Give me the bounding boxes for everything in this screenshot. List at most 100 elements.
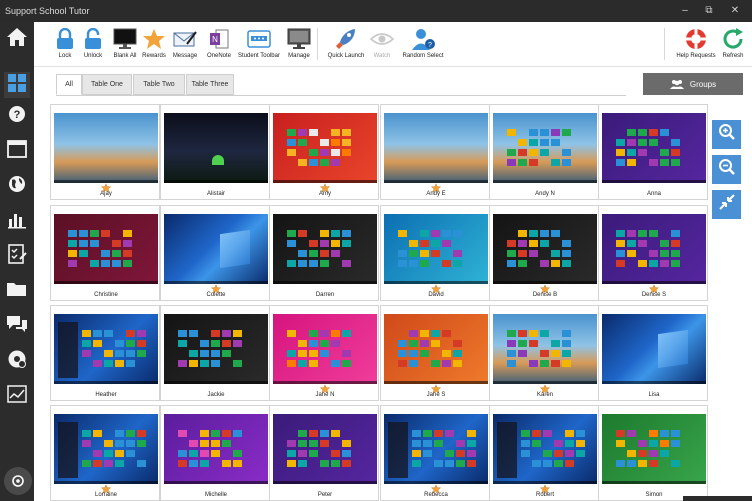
student-screen-thumbnail [602, 414, 706, 484]
student-name: Andy N [535, 191, 555, 197]
student-card[interactable]: Michelle [160, 405, 270, 501]
student-name: Jane N [315, 392, 335, 398]
student-card[interactable]: Andy E [380, 104, 490, 200]
student-name: Ajay [100, 191, 112, 197]
student-card[interactable]: Denise B [489, 205, 599, 301]
student-card[interactable]: Christine [50, 205, 160, 301]
student-card[interactable]: Andy N [489, 104, 599, 200]
sidebar-item-home[interactable] [4, 26, 30, 52]
student-screen-thumbnail [602, 314, 706, 384]
student-screen-thumbnail [493, 113, 597, 183]
monitor-icon [112, 26, 138, 52]
toolbar-student-toolbar-button[interactable]: Student Toolbar [238, 26, 280, 64]
toolbar-rewards-button[interactable]: Rewards [141, 26, 167, 64]
grid-icon [7, 73, 27, 98]
toolbar-separator [664, 28, 665, 60]
student-card[interactable]: Jane N [269, 305, 379, 401]
close-button[interactable]: ✕ [726, 4, 744, 18]
student-card[interactable]: Amy [269, 104, 379, 200]
toolbar-onenote-button[interactable]: N OneNote [205, 26, 233, 64]
sidebar-item-chat[interactable] [4, 313, 30, 339]
toolbar-help-requests-button[interactable]: Help Requests [674, 26, 718, 64]
lifebuoy-icon [674, 26, 718, 52]
student-screen-thumbnail [54, 214, 158, 284]
student-card[interactable]: Rebecca [380, 405, 490, 501]
checklist-icon [7, 243, 27, 269]
student-screen-thumbnail [273, 414, 377, 484]
eye-icon [369, 26, 395, 52]
sidebar: ? [0, 22, 34, 501]
student-name: Amy [319, 191, 331, 197]
toolbar-random-select-button[interactable]: ? Random Select [401, 26, 445, 64]
toolbar-refresh-button[interactable]: Refresh [718, 26, 748, 64]
student-card[interactable]: David [380, 205, 490, 301]
sidebar-item-folder[interactable] [4, 278, 30, 304]
student-name: Karen [536, 392, 553, 398]
shrink-button[interactable] [712, 190, 741, 219]
sidebar-item-help-bubble[interactable]: ? [4, 103, 30, 129]
student-name: Denise S [641, 292, 667, 298]
tab-table-one[interactable]: Table One [82, 74, 132, 95]
student-name: Jackie [207, 392, 225, 398]
reward-star-icon [430, 381, 442, 394]
student-card[interactable]: Ajay [50, 104, 160, 200]
student-name: Lorraine [94, 492, 117, 498]
student-card[interactable]: Anna [598, 104, 708, 200]
sidebar-item-bar-chart[interactable] [4, 208, 30, 234]
manage-monitor-icon [285, 26, 313, 52]
student-name: Peter [317, 492, 333, 498]
student-card[interactable]: Jane S [380, 305, 490, 401]
svg-text:N: N [212, 35, 218, 44]
toolbar-watch-button[interactable]: Watch [369, 26, 395, 64]
student-card[interactable]: Darren [269, 205, 379, 301]
window-title: Support School Tutor [5, 6, 90, 16]
toolbar-message-button[interactable]: Message [172, 26, 198, 64]
lens-icon[interactable] [4, 467, 32, 495]
sidebar-item-checklist[interactable] [4, 243, 30, 269]
sidebar-item-grid[interactable] [4, 72, 30, 98]
student-screen-thumbnail [54, 113, 158, 183]
student-card[interactable]: Jackie [160, 305, 270, 401]
window-icon [7, 139, 27, 163]
student-card[interactable]: Lorraine [50, 405, 160, 501]
student-screen-thumbnail [493, 414, 597, 484]
student-card[interactable]: Alistair [160, 104, 270, 200]
student-card[interactable]: Peter [269, 405, 379, 501]
tab-all[interactable]: All [56, 74, 82, 95]
student-card[interactable]: Robert [489, 405, 599, 501]
toolbar-manage-button[interactable]: Manage [285, 26, 313, 64]
toolbar-unlock-button[interactable]: Unlock [82, 26, 104, 64]
reward-star-icon [319, 180, 331, 193]
sidebar-item-line-chart[interactable] [4, 383, 30, 409]
toolbar-lock-label: Lock [58, 53, 72, 59]
tab-table-two[interactable]: Table Two [133, 74, 185, 95]
unlock-icon [82, 26, 104, 52]
zoom-out-button[interactable] [712, 155, 741, 184]
toolbar-blank-all-button[interactable]: Blank All [112, 26, 138, 64]
student-screen-thumbnail [273, 214, 377, 284]
toolbar-watch-label: Watch [373, 53, 391, 59]
sidebar-item-disc[interactable] [4, 348, 30, 374]
minimize-button[interactable]: – [676, 4, 694, 18]
groups-button[interactable]: Groups [643, 73, 743, 95]
group-icon [669, 80, 684, 89]
student-name: Denise B [532, 292, 558, 298]
reward-star-icon [100, 481, 112, 494]
bar-chart-icon [7, 209, 27, 234]
student-card[interactable]: Colette [160, 205, 270, 301]
student-card[interactable]: Heather [50, 305, 160, 401]
student-card[interactable]: Karen [489, 305, 599, 401]
tab-table-three[interactable]: Table Three [186, 74, 234, 95]
student-card[interactable]: Denise S [598, 205, 708, 301]
random-user-icon: ? [401, 26, 445, 52]
sidebar-item-globe[interactable] [4, 173, 30, 199]
student-card[interactable]: Simon [598, 405, 708, 501]
toolbar-quick-launch-button[interactable]: Quick Launch [327, 26, 365, 64]
zoom-in-button[interactable] [712, 120, 741, 149]
student-card[interactable]: Lisa [598, 305, 708, 401]
student-name: Lisa [648, 392, 660, 398]
toolbar-lock-button[interactable]: Lock [54, 26, 76, 64]
sidebar-item-window[interactable] [4, 138, 30, 164]
reward-star-icon [430, 481, 442, 494]
restore-button[interactable]: ⧉ [700, 4, 718, 18]
